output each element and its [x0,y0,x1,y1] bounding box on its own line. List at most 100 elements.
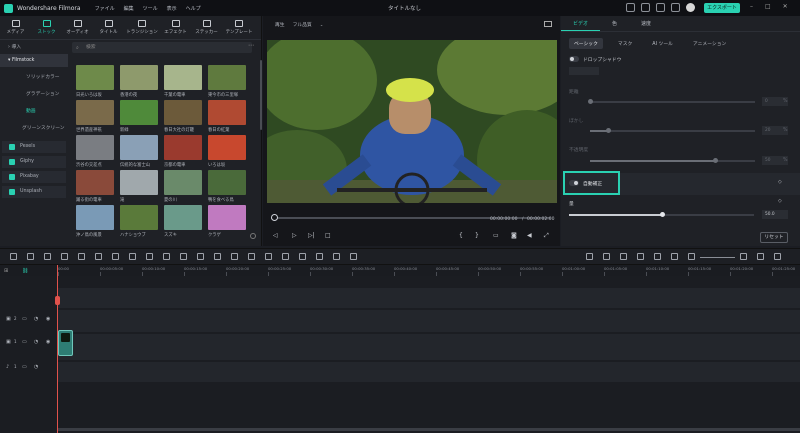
tab-stock[interactable]: ストック [31,16,62,39]
tab-sticker[interactable]: ステッカー [191,16,222,39]
tree-item-gradation[interactable]: グラデーション [0,88,68,101]
snapshot-icon[interactable] [544,21,552,27]
tree-import[interactable]: › 導入 [0,41,68,54]
amount-value[interactable]: 50.0 [762,210,788,219]
volume-icon[interactable]: ◀ [527,232,532,239]
maximize-icon[interactable]: □ [765,3,771,10]
subtab-animation[interactable]: アニメーション [688,38,731,49]
grid-icon[interactable] [10,253,17,260]
provider-unsplash[interactable]: Unsplash [2,186,66,198]
blur-slider[interactable] [590,130,755,132]
gift-icon[interactable] [641,3,650,12]
tab-speed[interactable]: 速度 [629,16,663,31]
stock-thumbnail[interactable] [208,100,246,125]
tab-video[interactable]: ビデオ [561,16,601,31]
menu-view[interactable]: 表示 [167,5,177,12]
ai-icon[interactable] [671,253,678,260]
undo-icon[interactable] [27,253,34,260]
close-icon[interactable]: ✕ [783,3,788,10]
stock-thumbnail[interactable] [76,100,114,125]
split-icon[interactable] [248,253,255,260]
provider-pexels[interactable]: Pexels [2,141,66,153]
menu-file[interactable]: ファイル [95,5,115,12]
stock-thumbnail[interactable] [164,135,202,160]
distance-knob[interactable] [588,99,593,104]
redo-icon[interactable] [44,253,51,260]
stock-thumbnail[interactable] [76,170,114,195]
video-clip[interactable] [58,330,73,356]
zoom-slider[interactable] [700,257,735,258]
menu-help[interactable]: ヘルプ [186,5,201,12]
tab-title[interactable]: タイトル [93,16,124,39]
fullscreen-icon[interactable]: ⤢ [544,232,549,240]
export-button[interactable]: エクスポート [704,3,740,13]
eye-icon[interactable]: ◉ [46,316,50,322]
display-icon[interactable]: ▭ [493,232,499,239]
reset-button[interactable]: リセット [760,232,788,243]
speed-icon[interactable] [163,253,170,260]
stock-thumbnail[interactable] [120,135,158,160]
color-icon[interactable] [146,253,153,260]
mark-in-icon[interactable]: { [459,232,463,239]
stock-thumbnail[interactable] [76,65,114,90]
link-icon[interactable]: ⛓ [22,268,28,274]
tab-transition[interactable]: トランジション [124,16,160,39]
detach-icon[interactable] [231,253,238,260]
crop-icon[interactable] [112,253,119,260]
lock-icon[interactable]: ◔ [34,316,38,322]
amount-knob[interactable] [659,212,665,217]
menu-edit[interactable]: 編集 [124,5,134,12]
add-track-icon[interactable]: ⊞ [4,268,8,274]
speech-icon[interactable] [282,253,289,260]
mark-out-icon[interactable]: } [475,232,479,239]
tab-color[interactable]: 色 [600,16,629,31]
adjust-icon[interactable] [299,253,306,260]
provider-pixabay[interactable]: Pixabay [2,171,66,183]
layout-icon[interactable] [757,253,764,260]
snap-icon[interactable] [654,253,661,260]
timeline-scrollbar[interactable] [57,428,800,431]
stock-thumbnail[interactable] [76,205,114,230]
shield-icon[interactable] [603,253,610,260]
stock-thumbnail[interactable] [120,170,158,195]
tree-item-video[interactable]: 動画 [0,105,68,118]
tree-item-green-screen[interactable]: グリーンスクリーン [0,122,68,135]
stock-thumbnail[interactable] [208,205,246,230]
lock-icon[interactable]: ◔ [34,364,38,370]
search-input[interactable]: 検索 [72,42,252,53]
help-icon[interactable] [250,233,256,239]
more-icon[interactable]: ⋯ [248,42,254,49]
play-icon[interactable]: ▷ [292,232,297,239]
subtab-mask[interactable]: マスク [613,38,637,49]
render-icon[interactable] [586,253,593,260]
stock-thumbnail[interactable] [164,100,202,125]
menu-tools[interactable]: ツール [143,5,158,12]
preview-playhead[interactable] [271,214,278,221]
timer-icon[interactable] [180,253,187,260]
freeze-icon[interactable] [265,253,272,260]
prev-frame-icon[interactable]: ◁ [273,232,278,239]
tree-filmstock[interactable]: ▾ Filmstock [0,54,68,67]
distance-slider[interactable] [590,101,755,103]
stop-icon[interactable]: □ [325,232,331,239]
tab-template[interactable]: テンプレート [222,16,256,39]
camera-icon[interactable]: ◙ [511,232,517,239]
mic-icon[interactable] [620,253,627,260]
tab-media[interactable]: メディア [0,16,31,39]
stock-thumbnail[interactable] [120,65,158,90]
text-icon[interactable] [129,253,136,260]
folder-icon[interactable]: ▭ [22,364,27,370]
playhead-marker[interactable] [55,296,60,305]
minimize-icon[interactable]: – [750,3,753,10]
keyframe-icon[interactable]: ◇ [778,180,782,185]
document-title[interactable]: タイトルなし [388,4,421,12]
more-icon[interactable] [774,253,781,260]
cut-icon[interactable] [78,253,85,260]
subtab-basic[interactable]: ベーシック [569,38,603,49]
folder-icon[interactable]: ▭ [22,339,27,345]
stock-thumbnail[interactable] [76,135,114,160]
stock-thumbnail[interactable] [164,65,202,90]
stock-thumbnail[interactable] [120,205,158,230]
zoom-out-icon[interactable] [688,253,695,260]
zoom-in-icon[interactable] [740,253,747,260]
